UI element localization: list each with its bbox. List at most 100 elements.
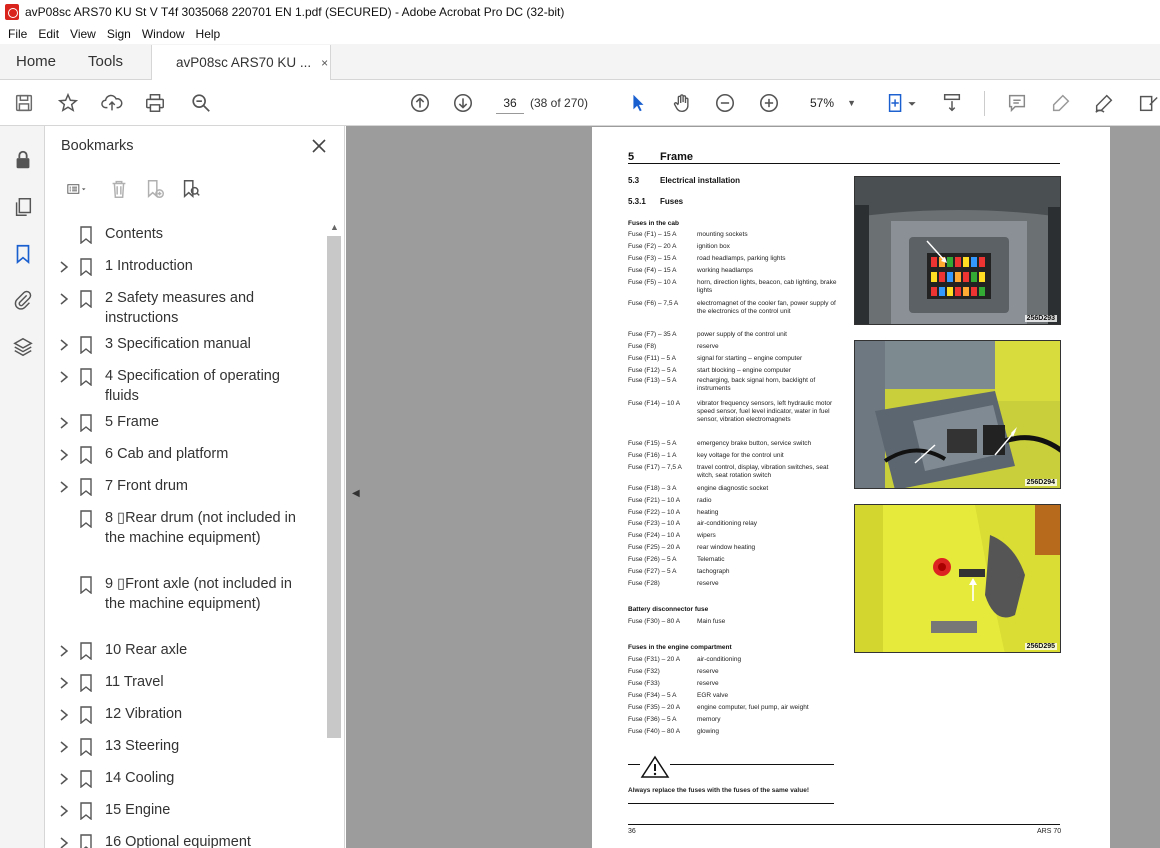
- comment-icon[interactable]: [1005, 91, 1029, 115]
- bookmark-item[interactable]: 8 ▯Rear drum (not included in the machin…: [45, 506, 327, 572]
- menu-view[interactable]: View: [70, 27, 96, 41]
- select-cursor-icon[interactable]: [626, 91, 650, 115]
- chevron-right-icon[interactable]: [57, 479, 71, 495]
- fit-menu-chevron-icon[interactable]: [906, 91, 918, 115]
- chevron-right-icon[interactable]: [57, 739, 71, 755]
- tab-close-icon[interactable]: ×: [321, 56, 328, 70]
- bookmark-item[interactable]: 11 Travel: [45, 670, 327, 702]
- close-icon[interactable]: [309, 136, 329, 156]
- fuse-id: Fuse (F11) – 5 A: [628, 355, 676, 362]
- zoom-value: 57%: [810, 96, 835, 110]
- fuse-id: Fuse (F15) – 5 A: [628, 440, 677, 447]
- bookmark-item[interactable]: 14 Cooling: [45, 766, 327, 798]
- tab-tools[interactable]: Tools: [72, 44, 139, 79]
- bookmark-item[interactable]: 5 Frame: [45, 410, 327, 442]
- fuse-row: Fuse (F11) – 5 A signal for starting – en…: [628, 355, 837, 363]
- fuse-id: Fuse (F18) – 3 A: [628, 485, 677, 492]
- fit-page-icon[interactable]: [884, 91, 908, 115]
- hand-icon[interactable]: [670, 91, 694, 115]
- tab-document[interactable]: avP08sc ARS70 KU ... ×: [151, 45, 332, 80]
- save-icon[interactable]: [12, 91, 36, 115]
- layers-icon[interactable]: [11, 335, 35, 359]
- bookmark-item[interactable]: 15 Engine: [45, 798, 327, 830]
- bookmark-item[interactable]: 7 Front drum: [45, 474, 327, 506]
- print-icon[interactable]: [143, 91, 167, 115]
- bookmark-item[interactable]: 3 Specification manual: [45, 332, 327, 364]
- chevron-right-icon[interactable]: [57, 707, 71, 723]
- chevron-right-icon[interactable]: [57, 803, 71, 819]
- bookmark-item[interactable]: 2 Safety measures and instructions: [45, 286, 327, 332]
- edit-icon[interactable]: [1136, 91, 1160, 115]
- bookmark-item[interactable]: Contents: [45, 222, 327, 254]
- zoom-out-icon[interactable]: [713, 91, 737, 115]
- acrobat-logo-icon: [5, 4, 19, 20]
- chevron-right-icon[interactable]: [57, 675, 71, 691]
- bookmark-label: 5 Frame: [105, 414, 159, 430]
- prev-page-icon[interactable]: [408, 91, 432, 115]
- fuse-id: Fuse (F27) – 5 A: [628, 568, 677, 575]
- fuse-description: start blocking – engine computer: [697, 367, 791, 374]
- menu-sign[interactable]: Sign: [107, 27, 131, 41]
- fuse-row: Fuse (F1) – 15 A mounting sockets: [628, 231, 837, 239]
- scroll-mode-icon[interactable]: [940, 91, 964, 115]
- fuse-id: Fuse (F17) – 7,5 A: [628, 464, 682, 471]
- chevron-right-icon[interactable]: [57, 291, 71, 307]
- delete-icon[interactable]: [107, 177, 131, 201]
- bookmarks-icon[interactable]: [11, 242, 35, 266]
- bookmark-label: Contents: [105, 226, 164, 242]
- chevron-right-icon[interactable]: [57, 369, 71, 385]
- bookmark-star-icon[interactable]: [56, 91, 80, 115]
- bookmark-label: 14 Cooling: [105, 770, 175, 786]
- scrollbar-thumb[interactable]: [327, 236, 341, 738]
- bookmark-item[interactable]: 4 Specification of operating fluids: [45, 364, 327, 410]
- menu-window[interactable]: Window: [142, 27, 185, 41]
- bookmark-item[interactable]: 16 Optional equipment: [45, 830, 327, 848]
- zoom-select[interactable]: 57% ▼: [800, 92, 860, 114]
- options-menu-icon[interactable]: [59, 177, 95, 201]
- photo-cab-fusebox: 256D293: [854, 176, 1061, 325]
- chevron-right-icon[interactable]: [57, 415, 71, 431]
- fuse-id: Fuse (F4) – 15 A: [628, 267, 677, 274]
- bookmark-item[interactable]: 13 Steering: [45, 734, 327, 766]
- upload-icon[interactable]: [100, 91, 124, 115]
- bookmark-icon: [79, 706, 93, 725]
- chevron-right-icon[interactable]: [57, 259, 71, 275]
- lock-icon[interactable]: [11, 148, 35, 172]
- fuse-description: reserve: [697, 580, 719, 587]
- main-toolbar: 36 (38 of 270) 57% ▼: [0, 81, 1160, 126]
- bookmarks-scrollbar[interactable]: ▲: [327, 222, 341, 848]
- highlight-icon[interactable]: [1049, 91, 1073, 115]
- chevron-right-icon[interactable]: [57, 447, 71, 463]
- menu-edit[interactable]: Edit: [38, 27, 59, 41]
- chevron-right-icon[interactable]: [57, 771, 71, 787]
- fuse-description: engine diagnostic socket: [697, 485, 769, 492]
- chevron-right-icon[interactable]: [57, 337, 71, 353]
- menu-bar: File Edit View Sign Window Help: [0, 24, 1160, 44]
- pages-icon[interactable]: [11, 195, 35, 219]
- tab-home[interactable]: Home: [0, 44, 72, 79]
- next-page-icon[interactable]: [451, 91, 475, 115]
- attachment-icon[interactable]: [11, 288, 35, 312]
- bookmark-label: 8 ▯Rear drum (not included in the machin…: [105, 510, 296, 546]
- menu-help[interactable]: Help: [196, 27, 221, 41]
- scroll-up-icon[interactable]: ▲: [330, 222, 339, 232]
- bookmark-icon: [79, 738, 93, 757]
- bookmark-item[interactable]: 10 Rear axle: [45, 638, 327, 670]
- collapse-panel-icon[interactable]: ◀: [352, 488, 360, 499]
- new-bookmark-icon[interactable]: [143, 177, 167, 201]
- bookmark-item[interactable]: 6 Cab and platform: [45, 442, 327, 474]
- bookmark-item[interactable]: 9 ▯Front axle (not included in the machi…: [45, 572, 327, 638]
- search-zoom-icon[interactable]: [189, 91, 213, 115]
- fuse-id: Fuse (F30) – 80 A: [628, 618, 681, 625]
- chevron-right-icon[interactable]: [57, 835, 71, 848]
- chevron-right-icon[interactable]: [57, 643, 71, 659]
- zoom-in-icon[interactable]: [757, 91, 781, 115]
- fuse-row: Fuse (F5) – 10 A horn, direction lights, …: [628, 279, 837, 295]
- find-bookmark-icon[interactable]: [179, 177, 203, 201]
- page-number-input[interactable]: 36: [496, 92, 524, 114]
- menu-file[interactable]: File: [8, 27, 27, 41]
- sign-icon[interactable]: [1092, 91, 1116, 115]
- fuse-id: Fuse (F1) – 15 A: [628, 231, 677, 238]
- bookmark-item[interactable]: 1 Introduction: [45, 254, 327, 286]
- bookmark-item[interactable]: 12 Vibration: [45, 702, 327, 734]
